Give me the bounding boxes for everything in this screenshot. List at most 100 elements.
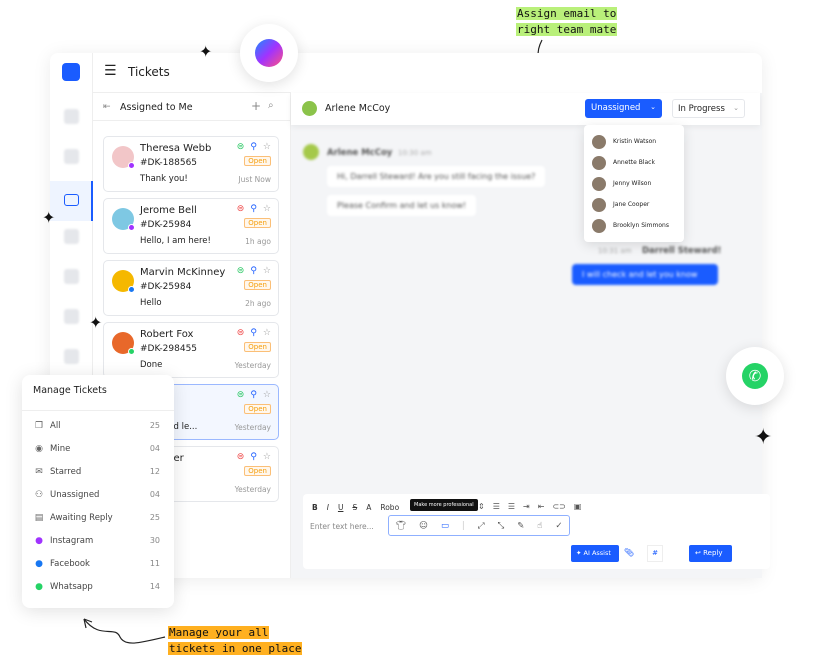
nav-contacts-icon[interactable] <box>64 149 79 164</box>
ticket-time: Yesterday <box>234 485 271 494</box>
text-color-icon[interactable]: A <box>366 503 371 512</box>
app-logo <box>62 63 80 81</box>
ai-assist-button[interactable]: ✦ AI Assist <box>571 545 619 562</box>
font-select[interactable]: Robo <box>380 503 399 512</box>
manage-item-starred[interactable]: ✉ Starred 12 <box>22 460 174 483</box>
expand-icon[interactable]: ⤢ <box>478 521 485 531</box>
status-dropdown[interactable]: In Progress ⌄ <box>672 99 745 118</box>
agent-option[interactable]: Jane Cooper <box>584 194 684 215</box>
message-input[interactable]: Enter text here... <box>310 522 374 531</box>
item-count: 30 <box>149 536 160 545</box>
priority-icon[interactable]: ⊜ <box>237 266 245 276</box>
reply-button[interactable]: ↩ Reply <box>689 545 732 562</box>
folders-icon: ❐ <box>34 420 44 431</box>
sparkle-icon: ✦ <box>754 425 773 450</box>
format-toolbar-right: ⇕ ☰ ☰ ⇥ ⇤ ⊂⊃ ▣ <box>478 502 581 511</box>
star-icon[interactable]: ☆ <box>263 452 271 462</box>
manage-item-facebook[interactable]: ● Facebook 11 <box>22 552 174 575</box>
pencil-icon[interactable]: ✎ <box>517 521 524 531</box>
add-icon[interactable]: + <box>251 99 261 113</box>
messenger-icon: ● <box>35 535 43 546</box>
search-icon[interactable]: ⌕ <box>268 100 274 111</box>
priority-icon[interactable]: ⊜ <box>237 390 245 400</box>
item-count: 04 <box>149 444 160 453</box>
ticket-name: Theresa Webb <box>140 143 212 154</box>
bullet-list-icon[interactable]: ☰ <box>508 502 515 511</box>
priority-icon[interactable]: ⊜ <box>237 142 245 152</box>
underline-icon[interactable]: U <box>338 503 344 512</box>
check-grammar-icon[interactable]: ✓ <box>555 521 562 531</box>
reply-editor: B I U S A Robo ⇕ ☰ ☰ ⇥ ⇤ ⊂⊃ ▣ Make more professiona… <box>303 494 770 569</box>
panel-title: Manage Tickets <box>22 375 174 411</box>
pin-icon[interactable]: ⚲ <box>250 142 257 152</box>
star-icon[interactable]: ☆ <box>263 390 271 400</box>
link-icon[interactable]: ⊂⊃ <box>552 502 565 511</box>
manage-item-all[interactable]: ❐ All 25 <box>22 414 174 437</box>
italic-icon[interactable]: I <box>327 503 329 512</box>
manage-item-instagram[interactable]: ● Instagram 30 <box>22 529 174 552</box>
nav-automation-icon[interactable] <box>64 229 79 244</box>
manage-item-mine[interactable]: ◉ Mine 04 <box>22 437 174 460</box>
image-icon[interactable]: ▣ <box>574 502 582 511</box>
nav-dashboard-icon[interactable] <box>64 109 79 124</box>
avatar <box>592 134 606 149</box>
sparkle-icon: ✦ <box>42 208 56 227</box>
nav-tickets-icon[interactable] <box>50 181 93 221</box>
ticket-last-message: Thank you! <box>140 174 188 184</box>
hashtag-button[interactable]: # <box>647 545 663 562</box>
agent-option[interactable]: Jenny Wilson <box>584 173 684 194</box>
stepper-icon[interactable]: ⇕ <box>478 502 485 511</box>
simplify-icon[interactable]: ☝ <box>537 521 542 531</box>
strike-icon[interactable]: S <box>352 503 357 512</box>
ticket-name: Robert Fox <box>140 329 194 340</box>
whatsapp-icon: ● <box>35 581 43 592</box>
priority-icon[interactable]: ⊜ <box>237 328 245 338</box>
star-icon[interactable]: ☆ <box>263 266 271 276</box>
professional-icon[interactable]: ▭ <box>441 521 449 531</box>
attach-icon[interactable]: 📎︎ <box>621 545 641 562</box>
manage-item-whatsapp[interactable]: ● Whatsapp 14 <box>22 575 174 598</box>
nav-integrations-icon[interactable] <box>64 309 79 324</box>
ticket-card[interactable]: Theresa Webb #DK-188565 Thank you! Just … <box>103 136 279 192</box>
pin-icon[interactable]: ⚲ <box>250 390 257 400</box>
manage-item-awaiting-reply[interactable]: ▤ Awaiting Reply 25 <box>22 506 174 529</box>
bold-icon[interactable]: B <box>312 503 318 512</box>
ticket-last-message: Done <box>140 360 163 370</box>
star-icon[interactable]: ☆ <box>263 328 271 338</box>
agent-name: Annette Black <box>613 159 655 166</box>
agent-option[interactable]: Brooklyn Simmons <box>584 215 684 236</box>
agent-name: Brooklyn Simmons <box>613 222 669 229</box>
collapse-icon[interactable]: ⇤ <box>103 102 111 112</box>
status-badge: Open <box>244 156 271 166</box>
manage-item-unassigned[interactable]: ⚇ Unassigned 04 <box>22 483 174 506</box>
tone-icon[interactable]: 👕︎ <box>395 521 406 531</box>
agent-option[interactable]: Kristin Watson <box>584 131 684 152</box>
outdent-icon[interactable]: ⇤ <box>538 502 545 511</box>
agent-option[interactable]: Annette Black <box>584 152 684 173</box>
agent-name: Jane Cooper <box>613 201 650 208</box>
nav-reports-icon[interactable] <box>64 349 79 364</box>
nav-campaign-icon[interactable] <box>64 269 79 284</box>
ordered-list-icon[interactable]: ☰ <box>493 502 500 511</box>
priority-icon[interactable]: ⊜ <box>237 204 245 214</box>
star-icon[interactable]: ☆ <box>263 204 271 214</box>
status-badge: Open <box>244 280 271 290</box>
filter-label[interactable]: Assigned to Me <box>120 102 193 113</box>
emoji-icon[interactable]: ☺ <box>419 521 428 531</box>
avatar <box>592 218 606 233</box>
pin-icon[interactable]: ⚲ <box>250 266 257 276</box>
priority-icon[interactable]: ⊜ <box>237 452 245 462</box>
shorten-icon[interactable]: ⤡ <box>497 521 504 531</box>
pin-icon[interactable]: ⚲ <box>250 452 257 462</box>
pin-icon[interactable]: ⚲ <box>250 204 257 214</box>
indent-icon[interactable]: ⇥ <box>523 502 530 511</box>
menu-icon[interactable]: ☰ <box>104 63 117 79</box>
item-label: Instagram <box>50 535 94 546</box>
pin-icon[interactable]: ⚲ <box>250 328 257 338</box>
ticket-card[interactable]: Jerome Bell #DK-25984 Hello, I am here! … <box>103 198 279 254</box>
ticket-card[interactable]: Robert Fox #DK-298455 Done Yesterday Ope… <box>103 322 279 378</box>
assign-dropdown[interactable]: Unassigned ⌄ <box>585 99 662 118</box>
star-icon[interactable]: ☆ <box>263 142 271 152</box>
ticket-card[interactable]: Marvin McKinney #DK-25984 Hello 2h ago O… <box>103 260 279 316</box>
ai-toolbar: 👕︎ ☺ ▭ | ⤢ ⤡ ✎ ☝ ✓ <box>388 515 570 536</box>
